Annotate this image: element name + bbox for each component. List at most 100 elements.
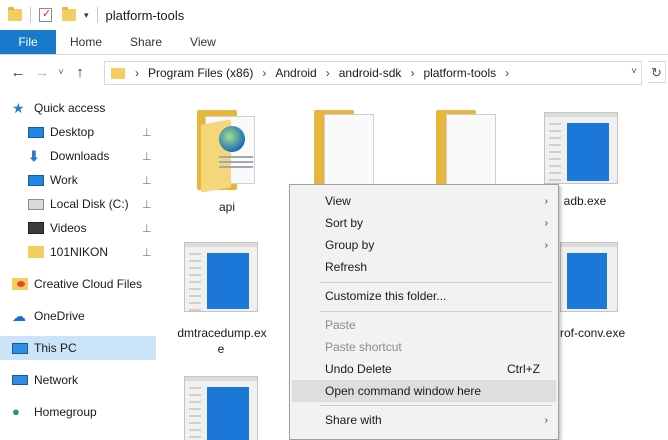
new-folder-icon[interactable] — [62, 7, 76, 21]
exe-thumbnail-icon — [184, 376, 258, 440]
sidebar-item-network[interactable]: Network — [0, 368, 156, 392]
menu-item-label: Sort by — [325, 216, 364, 230]
forward-button[interactable]: → — [30, 64, 54, 81]
disk-icon — [28, 198, 44, 210]
submenu-arrow-icon: › — [544, 217, 548, 229]
tab-view[interactable]: View — [176, 30, 230, 54]
network-icon — [12, 375, 28, 385]
submenu-arrow-icon: › — [544, 414, 548, 426]
menu-item-view[interactable]: View › — [292, 190, 556, 212]
sidebar-item-this-pc[interactable]: This PC — [0, 336, 156, 360]
sidebar-item-label: Desktop — [50, 125, 95, 139]
tab-file[interactable]: File — [0, 30, 56, 54]
sidebar-item-downloads[interactable]: ⬇ Downloads ⊥ — [0, 144, 156, 168]
submenu-arrow-icon: › — [544, 239, 548, 251]
computer-icon — [12, 342, 28, 354]
menu-item-label: Open command window here — [325, 384, 482, 398]
address-bar[interactable]: › Program Files (x86) › Android › androi… — [104, 61, 642, 85]
folder-icon — [28, 246, 44, 258]
menu-item-label: Paste — [325, 318, 356, 332]
folder-item-api[interactable]: api — [182, 100, 272, 214]
divider — [96, 7, 98, 23]
crumb-separator[interactable]: › — [135, 66, 139, 80]
folder-icon — [197, 104, 261, 193]
breadcrumb-android-sdk[interactable]: android-sdk — [339, 66, 402, 80]
pin-icon: ⊥ — [142, 198, 152, 211]
file-label: api — [218, 200, 235, 214]
folder-icon[interactable] — [8, 7, 22, 21]
exe-thumbnail-icon — [544, 112, 618, 184]
tab-home[interactable]: Home — [56, 30, 116, 54]
menu-item-group-by[interactable]: Group by › — [292, 234, 556, 256]
pin-icon: ⊥ — [142, 246, 152, 259]
crumb-separator[interactable]: › — [262, 66, 266, 80]
pin-icon: ⊥ — [142, 174, 152, 187]
sidebar-item-101nikon[interactable]: 101NIKON ⊥ — [0, 240, 156, 264]
navigation-bar: ← → ˅ ↑ › Program Files (x86) › Android … — [0, 56, 668, 88]
menu-item-undo-delete[interactable]: Undo Delete Ctrl+Z — [292, 358, 556, 380]
folder-item[interactable] — [302, 100, 392, 190]
back-button[interactable]: ← — [6, 64, 30, 81]
sidebar-item-label: OneDrive — [34, 309, 85, 323]
video-icon — [28, 222, 44, 234]
file-label: rof-conv.exe — [560, 326, 626, 340]
sidebar-item-label: Network — [34, 373, 79, 387]
sidebar-item-homegroup[interactable]: ● Homegroup — [0, 400, 156, 424]
window-title: platform-tools — [105, 7, 185, 23]
recent-locations-button[interactable]: ˅ — [54, 67, 68, 77]
crumb-separator[interactable]: › — [505, 66, 509, 80]
file-label: dmtracedump.ex — [177, 326, 267, 340]
menu-separator — [320, 311, 552, 312]
menu-item-paste[interactable]: Paste — [292, 314, 556, 336]
crumb-separator[interactable]: › — [410, 66, 414, 80]
sidebar-item-label: Quick access — [34, 101, 106, 115]
desktop-icon — [28, 126, 44, 138]
folder-icon — [314, 104, 378, 188]
creative-cloud-icon — [12, 278, 28, 290]
sidebar-item-onedrive[interactable]: ☁ OneDrive — [0, 304, 156, 328]
breadcrumb-program-files[interactable]: Program Files (x86) — [148, 66, 253, 80]
folder-icon — [436, 104, 500, 188]
tab-share[interactable]: Share — [116, 30, 176, 54]
sidebar-item-label: Downloads — [50, 149, 110, 163]
breadcrumb-android[interactable]: Android — [275, 66, 316, 80]
menu-separator — [320, 405, 552, 406]
menu-item-share-with[interactable]: Share with › — [292, 409, 556, 431]
ribbon-tabs: File Home Share View — [0, 30, 668, 55]
quick-access-toolbar-dropdown[interactable]: ▾ — [84, 10, 89, 21]
sidebar-item-videos[interactable]: Videos ⊥ — [0, 216, 156, 240]
breadcrumb-platform-tools[interactable]: platform-tools — [423, 66, 496, 80]
menu-item-customize-folder[interactable]: Customize this folder... — [292, 285, 556, 307]
sidebar-item-local-disk[interactable]: Local Disk (C:) ⊥ — [0, 192, 156, 216]
monitor-icon — [28, 174, 44, 186]
navigation-pane: ★ Quick access Desktop ⊥ ⬇ Downloads ⊥ W… — [0, 92, 160, 440]
sidebar-item-label: Videos — [50, 221, 87, 235]
sidebar-item-work[interactable]: Work ⊥ — [0, 168, 156, 192]
folder-item[interactable] — [424, 100, 514, 190]
cloud-icon: ☁ — [12, 308, 26, 324]
sidebar-item-desktop[interactable]: Desktop ⊥ — [0, 120, 156, 144]
exe-thumbnail-icon — [560, 242, 618, 312]
properties-icon[interactable] — [39, 7, 52, 22]
chevron-down-icon[interactable]: ˅ — [631, 66, 637, 77]
file-item-dmtracedump[interactable]: dmtracedump.ex e — [176, 242, 267, 362]
sidebar-item-quick-access[interactable]: ★ Quick access — [0, 96, 156, 120]
menu-item-refresh[interactable]: Refresh — [292, 256, 556, 278]
menu-item-label: Group by — [325, 238, 375, 252]
refresh-button[interactable]: ↻ — [648, 61, 666, 83]
menu-item-sort-by[interactable]: Sort by › — [292, 212, 556, 234]
title-bar: ▾ platform-tools — [0, 0, 668, 30]
up-button[interactable]: ↑ — [68, 64, 92, 81]
menu-item-paste-shortcut[interactable]: Paste shortcut — [292, 336, 556, 358]
pin-icon: ⊥ — [142, 126, 152, 139]
pin-icon: ⊥ — [142, 222, 152, 235]
menu-item-open-command-window[interactable]: Open command window here — [292, 380, 556, 402]
crumb-separator[interactable]: › — [326, 66, 330, 80]
menu-item-label: Paste shortcut — [325, 340, 402, 354]
file-item[interactable] — [176, 376, 266, 440]
sidebar-item-creative-cloud[interactable]: Creative Cloud Files — [0, 272, 156, 296]
sidebar-item-label: Homegroup — [34, 405, 97, 419]
homegroup-icon: ● — [12, 404, 20, 419]
sidebar-item-label: Creative Cloud Files — [34, 277, 143, 291]
menu-item-label: Share with — [325, 413, 382, 427]
